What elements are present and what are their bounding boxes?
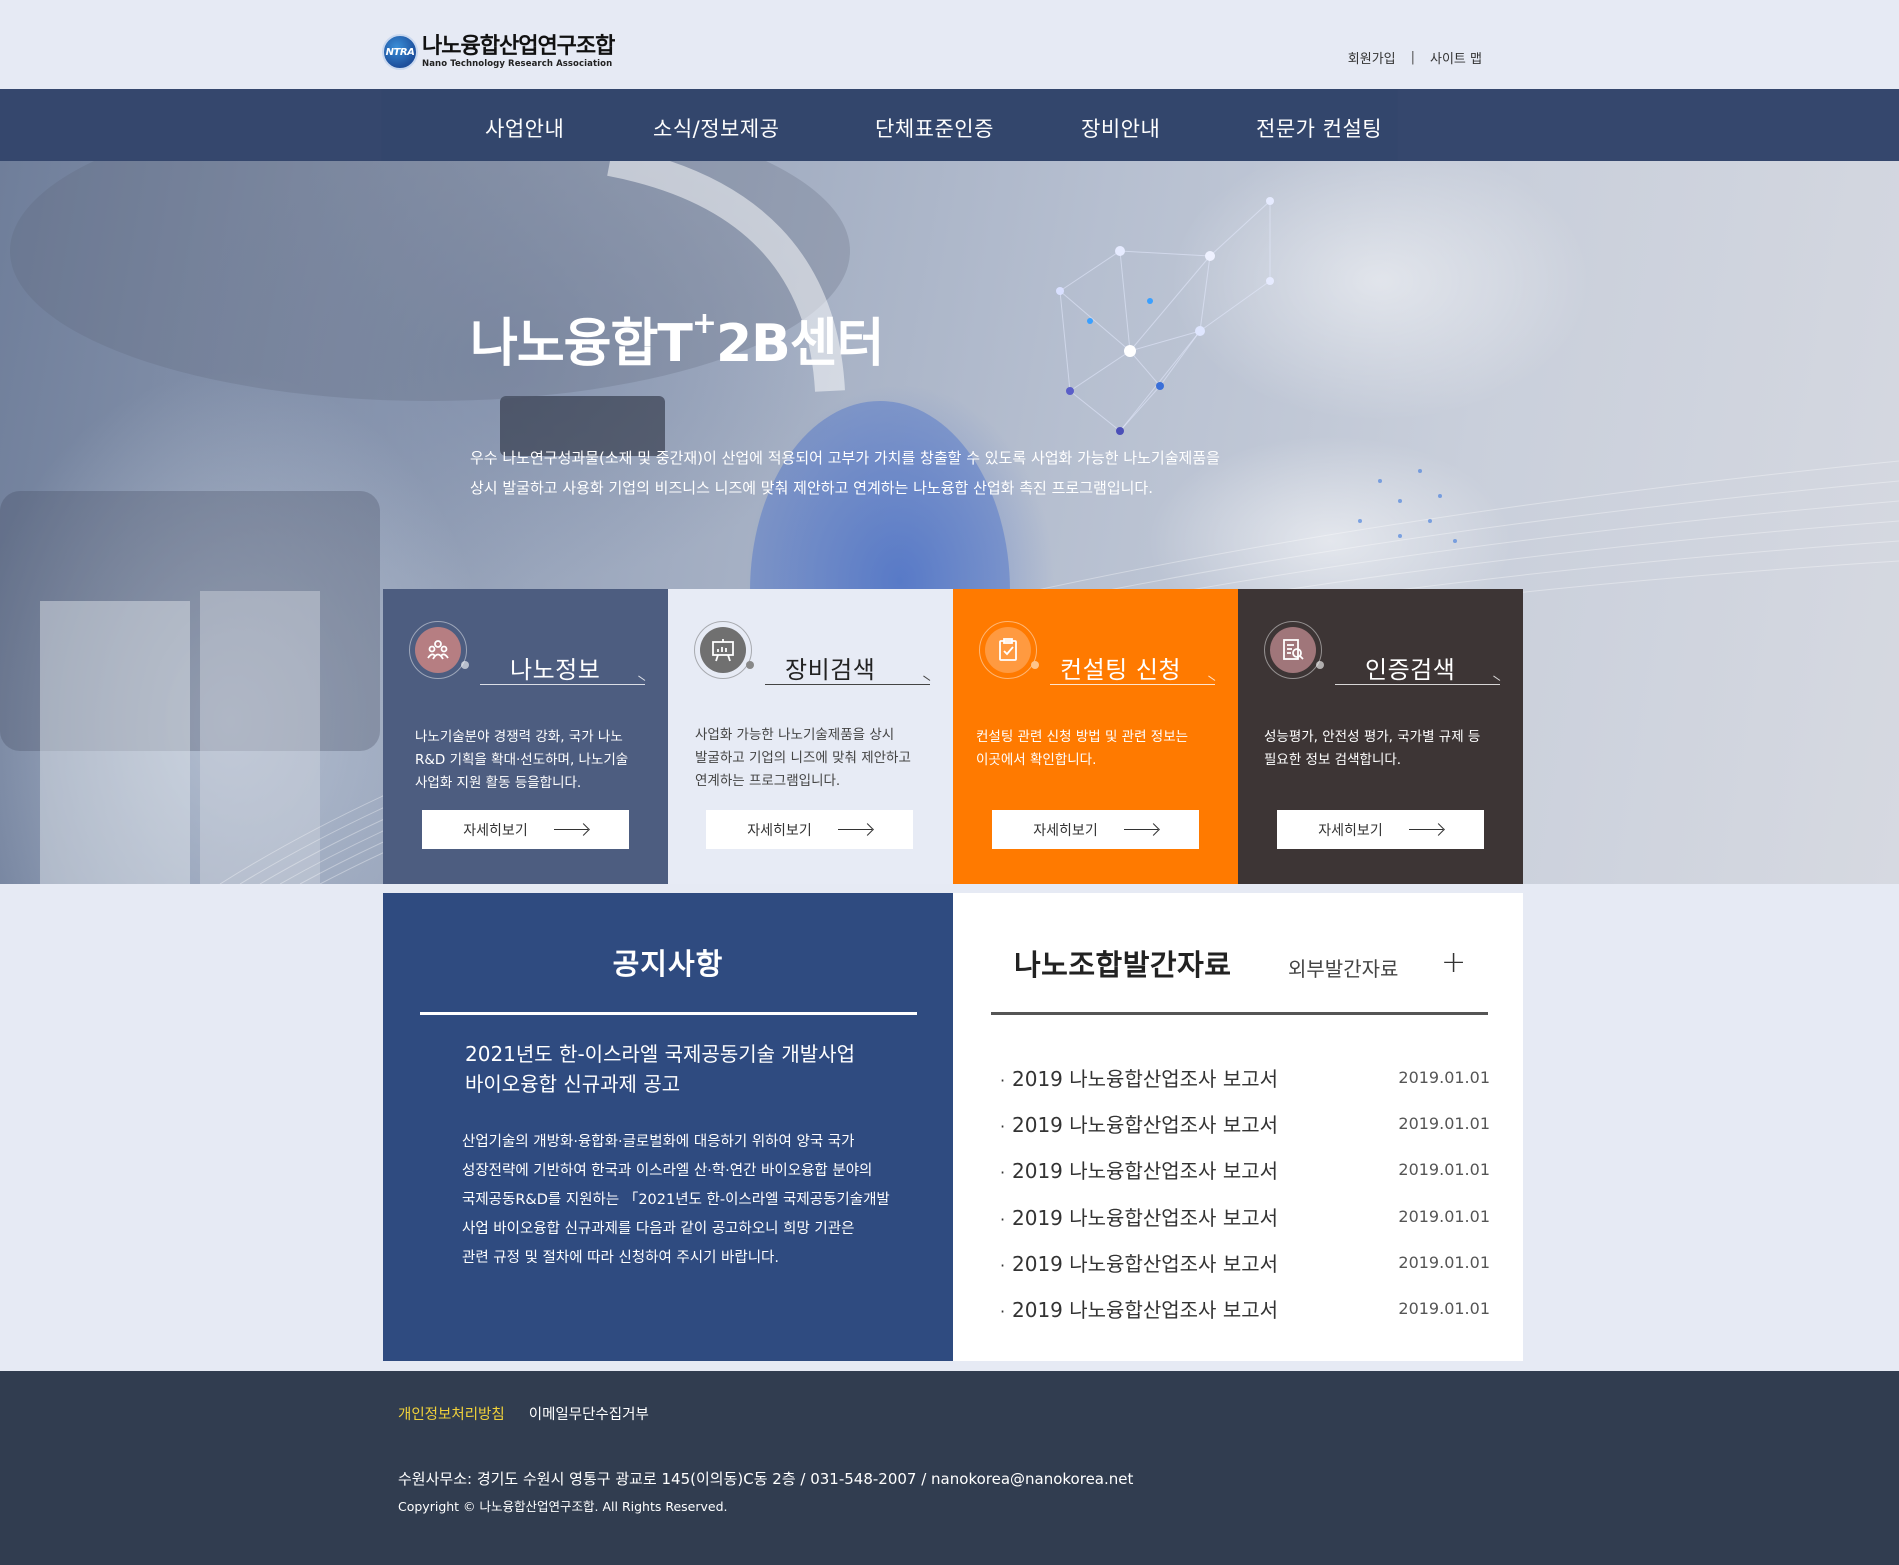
main-nav: 사업안내 소식/정보제공 단체표준인증 장비안내 전문가 컨설팅 [0, 89, 1899, 161]
publications-panel: 나노조합발간자료 외부발간자료 + · 2019 나노융합산업조사 보고서 201… [953, 893, 1523, 1361]
view-more-button[interactable]: 자세히보기 [422, 810, 629, 849]
decor-dot [461, 661, 469, 669]
list-item: · 2019 나노융합산업조사 보고서 2019.01.01 [1000, 1100, 1490, 1146]
sitemap-link[interactable]: 사이트 맵 [1430, 48, 1482, 67]
notice-title: 공지사항 [612, 947, 724, 981]
notice-divider [420, 1012, 917, 1015]
arrow-right-icon [553, 828, 588, 831]
card-consulting-apply: 컨설팅 신청 컨설팅 관련 신청 방법 및 관련 정보는 이곳에서 확인합니다. … [953, 589, 1238, 884]
decor-dot [746, 661, 754, 669]
list-item: · 2019 나노융합산업조사 보고서 2019.01.01 [1000, 1239, 1490, 1285]
card-title: 컨설팅 신청 [1060, 656, 1182, 684]
list-item: · 2019 나노융합산업조사 보고서 2019.01.01 [1000, 1193, 1490, 1239]
notice-headline-link[interactable]: 2021년도 한-이스라엘 국제공동기술 개발사업 바이오융합 신규과제 공고 [465, 1039, 905, 1099]
nav-item-equipment[interactable]: 장비안내 [1081, 113, 1160, 143]
utility-links: 회원가입 | 사이트 맵 [1348, 48, 1482, 67]
card-title: 인증검색 [1365, 656, 1456, 684]
presentation-board-icon [700, 627, 746, 673]
nav-item-standard-cert[interactable]: 단체표준인증 [875, 113, 994, 143]
decor-dot [1031, 661, 1039, 669]
publication-date: 2019.01.01 [1398, 1252, 1490, 1272]
card-description: 나노기술분야 경쟁력 강화, 국가 나노 R&D 기획을 확대·선도하며, 나노기… [415, 729, 629, 791]
notice-panel: 공지사항 2021년도 한-이스라엘 국제공동기술 개발사업 바이오융합 신규과제… [383, 893, 953, 1361]
card-title-underline [1050, 684, 1215, 685]
footer-address: 수원사무소: 경기도 수원시 영통구 광교로 145(이의동)C동 2층 / 0… [398, 1470, 1134, 1488]
site-logo[interactable]: NTRA 나노융합산업연구조합 Nano Technology Research… [382, 32, 615, 72]
publication-link[interactable]: · 2019 나노융합산업조사 보고서 [1000, 1109, 1278, 1138]
hero-desc-line: 상시 발굴하고 사용화 기업의 비즈니스 니즈에 맞춰 제안하고 연계하는 나노… [470, 479, 1153, 497]
list-item: · 2019 나노융합산업조사 보고서 2019.01.01 [1000, 1285, 1490, 1331]
site-footer: 개인정보처리방침 이메일무단수집거부 수원사무소: 경기도 수원시 영통구 광교… [0, 1371, 1899, 1565]
card-title: 나노정보 [510, 656, 601, 684]
logo-korean-name: 나노융합산업연구조합 [422, 34, 615, 59]
card-icon-ring [1264, 621, 1322, 679]
list-item: · 2019 나노융합산업조사 보고서 2019.01.01 [1000, 1147, 1490, 1193]
hero-description: 우수 나노연구성과물(소재 및 중간재)이 산업에 적용되어 고부가 가치를 창… [470, 443, 1290, 503]
more-plus-icon[interactable]: + [1441, 945, 1466, 980]
hero-title: 나노융합T+2B센터 [470, 305, 884, 374]
external-publications-tab[interactable]: 외부발간자료 [1288, 953, 1398, 982]
publication-date: 2019.01.01 [1398, 1113, 1490, 1133]
footer-copyright: Copyright © 나노융합산업연구조합. All Rights Reser… [398, 1499, 728, 1514]
publication-link[interactable]: · 2019 나노융합산업조사 보고서 [1000, 1063, 1278, 1092]
publication-date: 2019.01.01 [1398, 1206, 1490, 1226]
card-icon-ring [409, 621, 467, 679]
publication-date: 2019.01.01 [1398, 1299, 1490, 1319]
notice-body: 산업기술의 개방화·융합화·글로벌화에 대응하기 위하여 양국 국가 성장전략에 … [462, 1134, 890, 1266]
document-search-icon [1270, 627, 1316, 673]
signup-link[interactable]: 회원가입 [1348, 48, 1396, 67]
people-icon [415, 627, 461, 673]
privacy-policy-link[interactable]: 개인정보처리방침 [398, 1403, 505, 1424]
card-icon-ring [694, 621, 752, 679]
card-title-underline [480, 684, 645, 685]
publication-link[interactable]: · 2019 나노융합산업조사 보고서 [1000, 1294, 1278, 1323]
decor-dot [1316, 661, 1324, 669]
publications-divider [991, 1012, 1488, 1015]
arrow-right-icon [1123, 828, 1158, 831]
email-refusal-link[interactable]: 이메일무단수집거부 [529, 1403, 649, 1424]
nav-item-consulting[interactable]: 전문가 컨설팅 [1256, 113, 1382, 143]
card-title: 장비검색 [785, 656, 876, 684]
card-description: 컨설팅 관련 신청 방법 및 관련 정보는 이곳에서 확인합니다. [976, 729, 1189, 768]
arrow-right-icon [837, 828, 872, 831]
list-item: · 2019 나노융합산업조사 보고서 2019.01.01 [1000, 1054, 1490, 1100]
card-icon-ring [979, 621, 1037, 679]
view-more-button[interactable]: 자세히보기 [992, 810, 1199, 849]
logo-mark-icon: NTRA [382, 34, 418, 70]
view-more-button[interactable]: 자세히보기 [706, 810, 913, 849]
publication-link[interactable]: · 2019 나노융합산업조사 보고서 [1000, 1202, 1278, 1231]
card-title-underline [765, 684, 930, 685]
publication-link[interactable]: · 2019 나노융합산업조사 보고서 [1000, 1155, 1278, 1184]
card-equipment-search: 장비검색 사업화 가능한 나노기술제품을 상시 발굴하고 기업의 니즈에 맞춰 제… [668, 589, 953, 884]
footer-links: 개인정보처리방침 이메일무단수집거부 [398, 1403, 649, 1424]
publication-date: 2019.01.01 [1398, 1160, 1490, 1180]
card-description: 사업화 가능한 나노기술제품을 상시 발굴하고 기업의 니즈에 맞춰 제안하고 연계… [695, 727, 911, 789]
publication-list: · 2019 나노융합산업조사 보고서 2019.01.01 · 2019 나노융합… [1000, 1054, 1490, 1332]
clipboard-check-icon [985, 627, 1031, 673]
publication-link[interactable]: · 2019 나노융합산업조사 보고서 [1000, 1248, 1278, 1277]
publication-date: 2019.01.01 [1398, 1067, 1490, 1087]
hero-desc-line: 우수 나노연구성과물(소재 및 중간재)이 산업에 적용되어 고부가 가치를 창… [470, 449, 1220, 467]
top-header: NTRA 나노융합산업연구조합 Nano Technology Research… [0, 0, 1899, 89]
card-cert-search: 인증검색 성능평가, 안전성 평가, 국가별 규제 등 필요한 정보 검색합니다.… [1238, 589, 1523, 884]
view-more-button[interactable]: 자세히보기 [1277, 810, 1484, 849]
publications-title[interactable]: 나노조합발간자료 [1014, 942, 1231, 984]
card-description: 성능평가, 안전성 평가, 국가별 규제 등 필요한 정보 검색합니다. [1264, 729, 1481, 768]
nav-item-news[interactable]: 소식/정보제공 [653, 113, 780, 143]
utility-separator: | [1410, 50, 1416, 65]
logo-text: 나노융합산업연구조합 Nano Technology Research Asso… [422, 34, 615, 70]
card-title-underline [1335, 684, 1500, 685]
arrow-right-icon [1408, 828, 1443, 831]
logo-english-name: Nano Technology Research Association [422, 59, 613, 69]
card-nano-info: 나노정보 나노기술분야 경쟁력 강화, 국가 나노 R&D 기획을 확대·선도하며… [383, 589, 668, 884]
nav-item-business[interactable]: 사업안내 [485, 113, 564, 143]
